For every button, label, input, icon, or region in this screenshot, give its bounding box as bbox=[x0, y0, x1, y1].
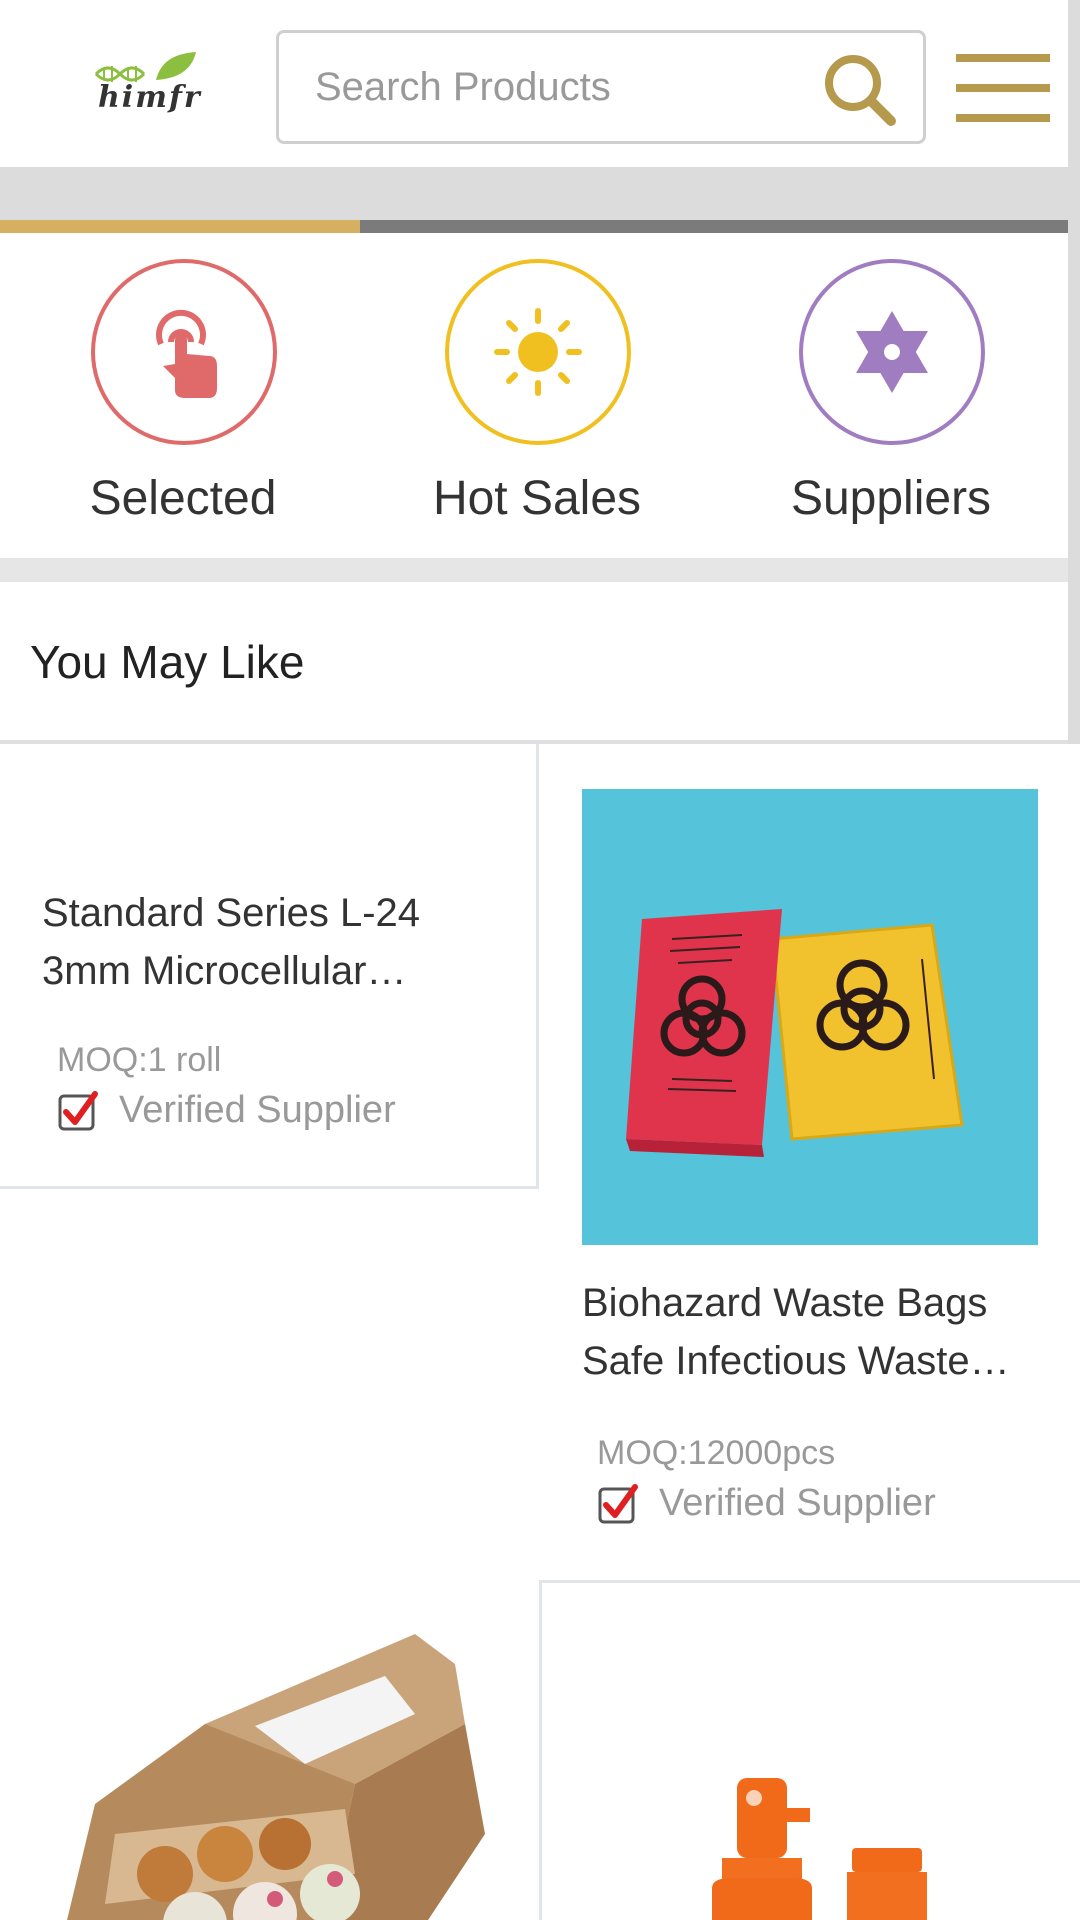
category-icon-ring bbox=[91, 259, 277, 445]
product-image-cupcake-box[interactable] bbox=[55, 1634, 515, 1920]
product-moq: MOQ:1 roll bbox=[57, 1041, 222, 1079]
carousel-progress-fill bbox=[0, 220, 360, 233]
category-suppliers[interactable]: Suppliers bbox=[741, 259, 1041, 549]
verified-supplier-badge: Verified Supplier bbox=[57, 1089, 396, 1132]
carousel-progress bbox=[0, 220, 1080, 233]
verified-supplier-label: Verified Supplier bbox=[119, 1089, 396, 1131]
category-icon-ring bbox=[445, 259, 631, 445]
checkbox-checked-icon bbox=[58, 1090, 98, 1130]
product-title: Biohazard Waste Bags Safe Infectious Was… bbox=[582, 1274, 1052, 1390]
star-of-david-icon bbox=[856, 311, 928, 393]
quick-categories: Selected Hot Sales Suppliers bbox=[0, 233, 1080, 558]
section-title: You May Like bbox=[30, 636, 305, 688]
product-title-line: 3mm Microcellular… bbox=[42, 949, 407, 993]
product-card[interactable] bbox=[539, 1580, 1080, 1920]
product-card[interactable]: Standard Series L-24 3mm Microcellular… … bbox=[0, 744, 539, 1189]
product-title-line: Safe Infectious Waste… bbox=[582, 1339, 1010, 1383]
tap-hand-icon bbox=[156, 309, 217, 398]
scrollbar[interactable] bbox=[1068, 0, 1080, 810]
product-moq: MOQ:12000pcs bbox=[597, 1434, 836, 1472]
verified-supplier-label: Verified Supplier bbox=[659, 1482, 936, 1524]
product-title-line: Standard Series L-24 bbox=[42, 891, 421, 935]
product-title: Standard Series L-24 3mm Microcellular… bbox=[42, 884, 502, 1000]
header: himfr bbox=[0, 0, 1080, 167]
logo-text: himfr bbox=[98, 80, 202, 115]
category-label: Selected bbox=[89, 472, 277, 525]
category-label: Suppliers bbox=[790, 472, 992, 525]
banner-carousel[interactable] bbox=[0, 167, 1068, 220]
category-selected[interactable]: Selected bbox=[33, 259, 333, 549]
category-icon-ring bbox=[799, 259, 985, 445]
search-input[interactable] bbox=[315, 33, 795, 141]
search-icon[interactable] bbox=[819, 49, 899, 129]
biohazard-bags-image bbox=[626, 909, 964, 1157]
product-image-biohazard-bags[interactable] bbox=[582, 789, 1038, 1245]
sun-icon bbox=[494, 308, 582, 396]
category-label: Hot Sales bbox=[432, 472, 642, 525]
checkbox-checked-icon bbox=[598, 1483, 638, 1523]
section-divider bbox=[0, 558, 1080, 582]
search-box bbox=[276, 30, 926, 144]
himfr-logo[interactable]: himfr bbox=[92, 50, 202, 120]
product-image-spray-bottle[interactable] bbox=[702, 1778, 942, 1920]
product-title-line: Biohazard Waste Bags bbox=[582, 1281, 988, 1325]
product-card[interactable] bbox=[0, 1584, 539, 1920]
verified-supplier-badge: Verified Supplier bbox=[597, 1482, 936, 1525]
hamburger-menu-icon[interactable] bbox=[956, 54, 1052, 124]
product-card[interactable]: Biohazard Waste Bags Safe Infectious Was… bbox=[539, 744, 1080, 1584]
category-hot-sales[interactable]: Hot Sales bbox=[387, 259, 687, 549]
